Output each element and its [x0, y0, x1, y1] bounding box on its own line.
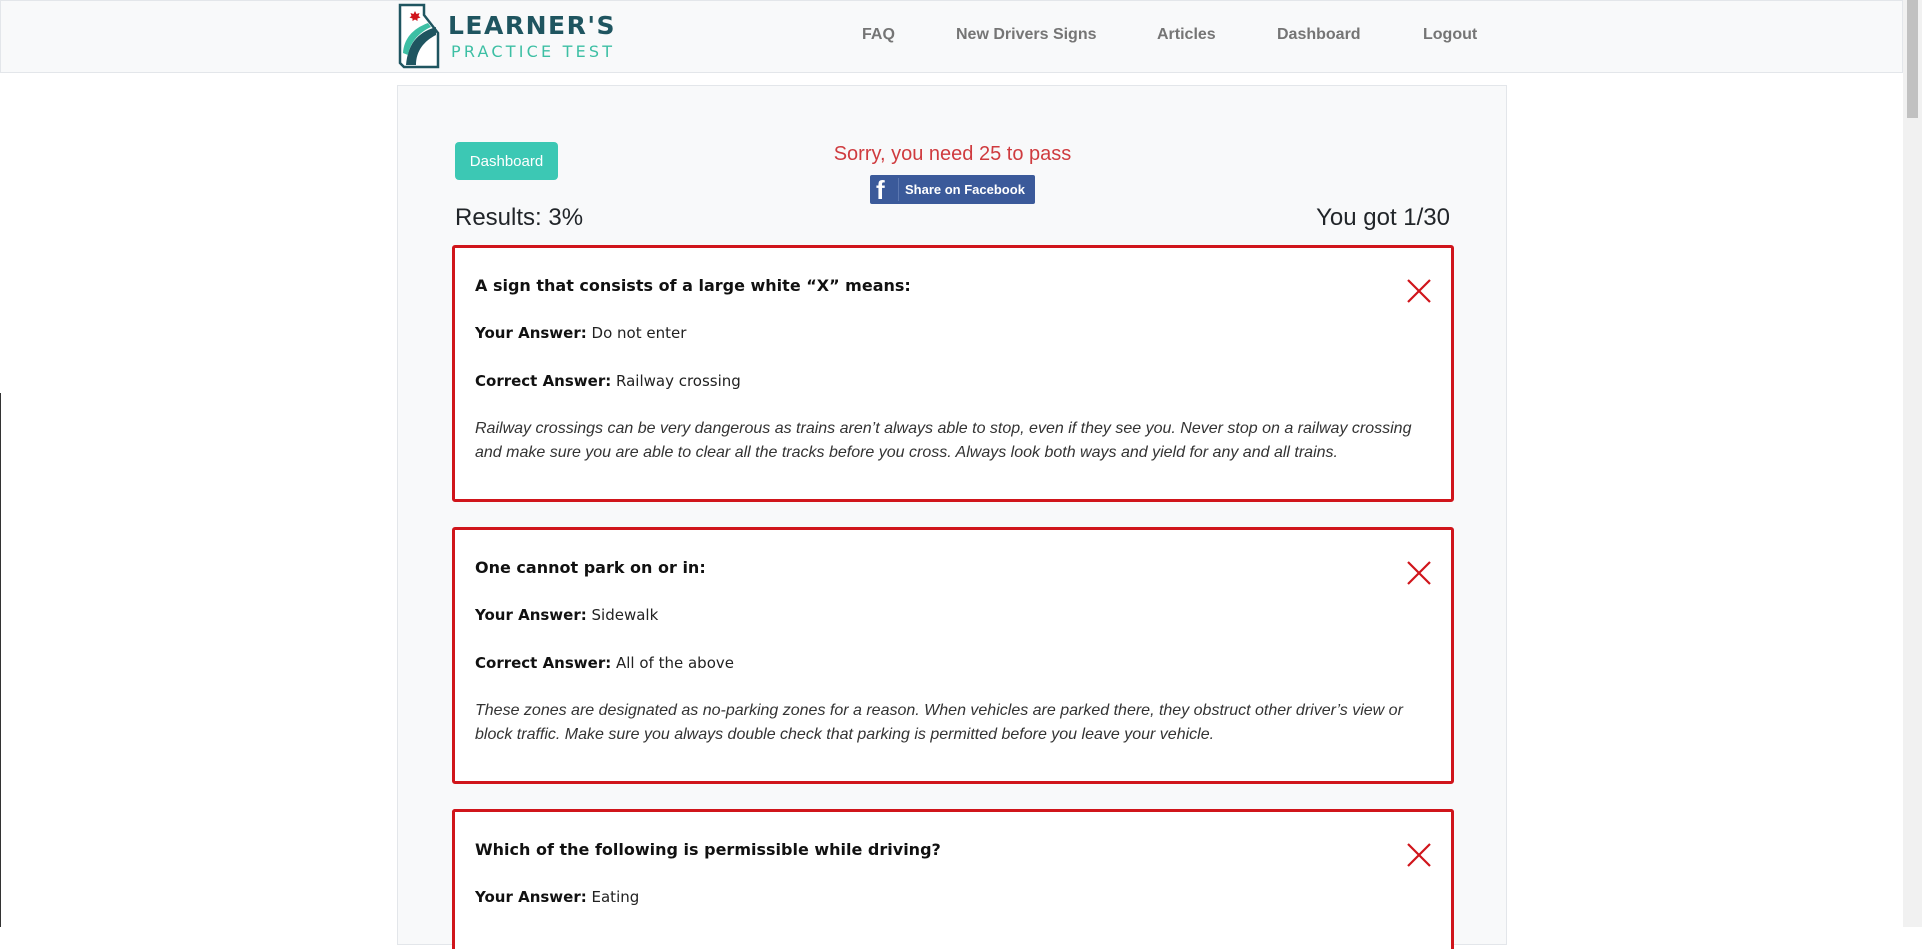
site-logo[interactable]: LEARNER'S PRACTICE TEST — [398, 3, 615, 69]
correct-answer-value: All of the above — [616, 654, 734, 672]
brand-line-1: LEARNER'S — [448, 11, 617, 40]
correct-answer-value: Railway crossing — [616, 372, 741, 390]
your-answer-row: Your Answer: Eating — [475, 888, 639, 906]
scrollbar-thumb[interactable] — [1907, 0, 1918, 118]
nav-dashboard[interactable]: Dashboard — [1277, 26, 1361, 44]
question-text: A sign that consists of a large white “X… — [475, 276, 911, 295]
share-facebook-label: Share on Facebook — [905, 182, 1025, 197]
question-text: Which of the following is permissible wh… — [475, 840, 941, 859]
dashboard-button[interactable]: Dashboard — [455, 142, 558, 180]
top-navbar: LEARNER'S PRACTICE TEST FAQ New Drivers … — [0, 0, 1903, 73]
nav-logout[interactable]: Logout — [1423, 26, 1477, 44]
share-facebook-button[interactable]: f Share on Facebook — [870, 175, 1035, 205]
divider — [898, 178, 899, 201]
correct-answer-row: Correct Answer: All of the above — [475, 654, 734, 672]
province-road-logo-icon — [398, 3, 440, 69]
answer-explanation: These zones are designated as no-parking… — [475, 702, 1403, 743]
question-card-3: Which of the following is permissible wh… — [452, 809, 1454, 949]
correct-answer-label: Correct Answer: — [475, 372, 612, 390]
your-answer-label: Your Answer: — [475, 606, 587, 624]
your-answer-row: Your Answer: Do not enter — [475, 324, 686, 342]
x-mark-icon — [1407, 279, 1431, 303]
your-answer-value: Do not enter — [591, 324, 687, 342]
nav-faq[interactable]: FAQ — [862, 26, 895, 44]
answer-explanation: Railway crossings can be very dangerous … — [475, 420, 1412, 461]
score-summary: You got 1/30 — [1316, 204, 1450, 231]
results-percentage: Results: 3% — [455, 204, 584, 231]
your-answer-label: Your Answer: — [475, 888, 587, 906]
fail-message: Sorry, you need 25 to pass — [833, 143, 1072, 165]
your-answer-value: Eating — [591, 888, 640, 906]
question-card-1: A sign that consists of a large white “X… — [452, 245, 1454, 502]
correct-answer-label: Correct Answer: — [475, 654, 612, 672]
correct-answer-row: Correct Answer: Railway crossing — [475, 372, 741, 390]
your-answer-value: Sidewalk — [591, 606, 659, 624]
nav-new-drivers-signs[interactable]: New Drivers Signs — [956, 26, 1097, 44]
facebook-f-icon: f — [876, 175, 885, 205]
question-card-2: One cannot park on or in: Your Answer: S… — [452, 527, 1454, 784]
question-text: One cannot park on or in: — [475, 558, 706, 577]
nav-articles[interactable]: Articles — [1157, 26, 1216, 44]
page-scrollbar[interactable] — [1903, 0, 1922, 927]
x-mark-icon — [1407, 843, 1431, 867]
x-mark-icon — [1407, 561, 1431, 585]
window-edge — [0, 393, 1, 927]
brand-line-2: PRACTICE TEST — [451, 42, 616, 61]
your-answer-label: Your Answer: — [475, 324, 587, 342]
your-answer-row: Your Answer: Sidewalk — [475, 606, 658, 624]
